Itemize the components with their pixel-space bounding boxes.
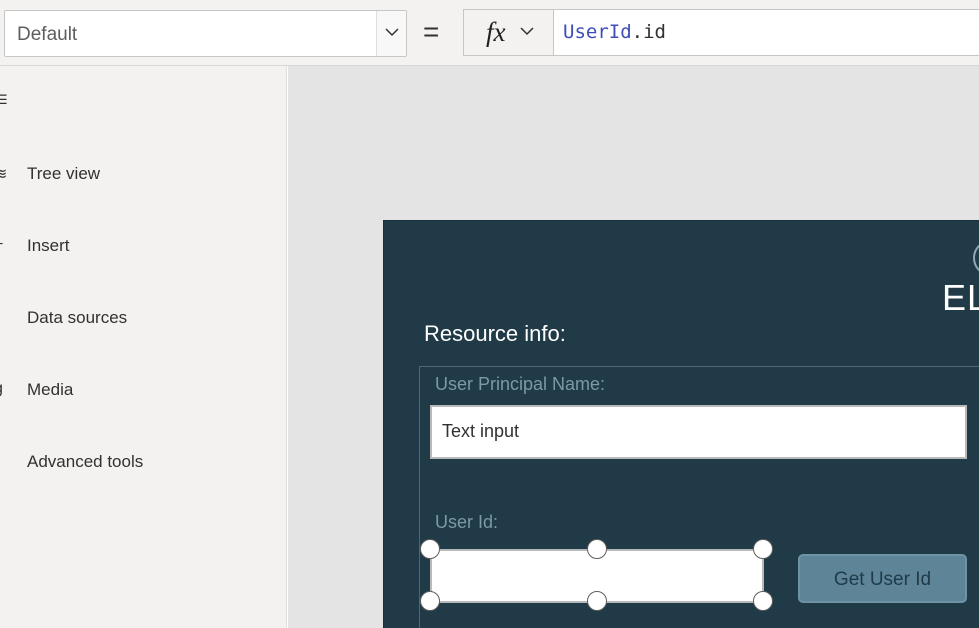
plus-icon: + xyxy=(0,236,6,254)
resize-handle-bottom-right[interactable] xyxy=(753,591,773,611)
image-icon: g xyxy=(0,380,6,398)
section-title: Resource info: xyxy=(424,321,566,346)
formula-text: UserId.id xyxy=(563,21,666,43)
nav-item-advanced-tools[interactable]: Advanced tools xyxy=(0,440,287,484)
nav-item-label: Data sources xyxy=(27,308,128,327)
fx-label: fx xyxy=(486,17,506,47)
nav-item-label: Insert xyxy=(27,236,70,255)
app-screen: EL Resource info: User Principal Name: T… xyxy=(383,220,979,628)
resize-handle-top-left[interactable] xyxy=(420,539,440,559)
nav-item-label: Tree view xyxy=(27,164,101,183)
left-nav-panel: ☰ ≋ Tree view + Insert Data sources g Me… xyxy=(0,66,287,628)
chevron-down-icon xyxy=(385,28,399,37)
hamburger-menu-icon[interactable]: ☰ xyxy=(0,92,8,108)
chevron-down-icon xyxy=(520,27,534,36)
design-canvas[interactable]: EL Resource info: User Principal Name: T… xyxy=(288,66,979,628)
fx-button[interactable]: fx xyxy=(463,9,554,56)
user-id-label: User Id: xyxy=(435,512,499,532)
formula-identifier: UserId xyxy=(563,21,632,43)
resize-handle-bottom-left[interactable] xyxy=(420,591,440,611)
nav-item-tree-view[interactable]: ≋ Tree view xyxy=(0,152,287,196)
property-dropdown-value: Default xyxy=(17,24,78,45)
nav-item-insert[interactable]: + Insert xyxy=(0,224,287,268)
nav-item-media[interactable]: g Media xyxy=(0,368,287,412)
logo-icon xyxy=(973,240,979,276)
property-dropdown[interactable]: Default xyxy=(4,10,407,57)
logo-text: EL xyxy=(942,277,979,318)
layers-icon: ≋ xyxy=(0,164,6,184)
resize-handle-bottom-center[interactable] xyxy=(587,591,607,611)
formula-member: .id xyxy=(631,21,666,43)
get-user-id-button[interactable]: Get User Id xyxy=(798,554,967,603)
nav-item-data-sources[interactable]: Data sources xyxy=(0,296,287,340)
upn-input-value: Text input xyxy=(442,421,520,441)
upn-text-input[interactable]: Text input xyxy=(430,405,967,459)
nav-item-label: Media xyxy=(27,380,74,399)
resource-form: User Principal Name: Text input User Id:… xyxy=(419,366,979,628)
resize-handle-top-center[interactable] xyxy=(587,539,607,559)
formula-input[interactable]: UserId.id xyxy=(553,9,979,56)
resize-handle-top-right[interactable] xyxy=(753,539,773,559)
formula-bar: Default = fx UserId.id xyxy=(0,0,979,66)
get-user-id-button-label: Get User Id xyxy=(833,569,932,590)
property-dropdown-chevron[interactable] xyxy=(376,11,406,56)
equals-sign: = xyxy=(423,16,440,47)
nav-item-label: Advanced tools xyxy=(27,452,144,471)
upn-label: User Principal Name: xyxy=(435,374,606,394)
